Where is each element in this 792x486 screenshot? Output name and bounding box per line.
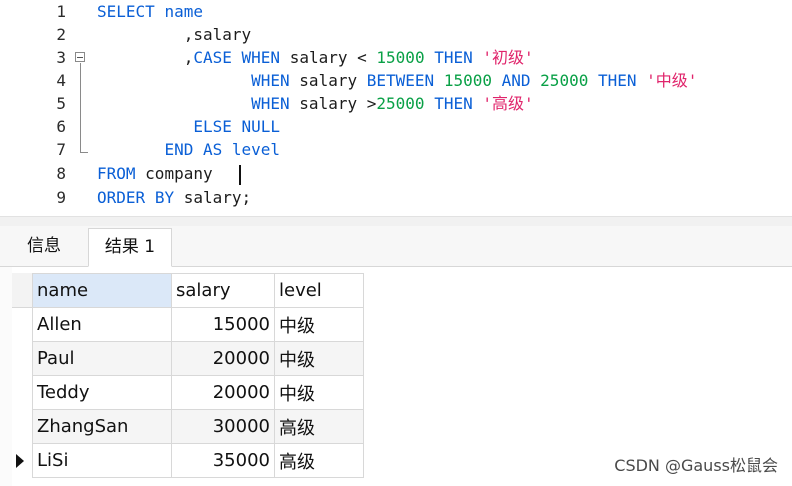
code-line-5: 5 WHEN salary >25000 THEN '高级' (0, 92, 792, 115)
table-row[interactable]: ZhangSan 30000 高级 (32, 409, 364, 444)
cell-level[interactable]: 高级 (274, 409, 364, 444)
code-line-8: 8 FROM company (0, 162, 792, 185)
cell-name[interactable]: Allen (32, 307, 172, 342)
code-line-3: 3 ,CASE WHEN salary < 15000 THEN '初级' (0, 46, 792, 69)
cell-name[interactable]: ZhangSan (32, 409, 172, 444)
cell-name[interactable]: Paul (32, 341, 172, 376)
line-number: 8 (56, 164, 66, 183)
code-line-4: 4 WHEN salary BETWEEN 15000 AND 25000 TH… (0, 69, 792, 92)
alias-level: level (231, 140, 281, 159)
current-row-indicator-icon (16, 454, 24, 468)
kw-order: ORDER (97, 188, 146, 207)
ident-salary: salary (289, 48, 348, 67)
code-line-7: 7 END AS level (0, 138, 792, 161)
kw-from: FROM (97, 164, 136, 183)
kw-case: CASE (193, 48, 232, 67)
kw-end: END (164, 140, 194, 159)
line-number: 1 (56, 2, 66, 21)
kw-then: THEN (434, 94, 473, 113)
line-number: 6 (56, 117, 66, 136)
line-number: 4 (56, 71, 66, 90)
tab-info[interactable]: 信息 (14, 228, 74, 265)
watermark: CSDN @Gauss松鼠会 (614, 456, 778, 475)
code-line-9: 9 ORDER BY salary; (0, 186, 792, 209)
kw-when: WHEN (251, 94, 290, 113)
grid-left-strip (0, 267, 12, 486)
fold-guide-end (80, 152, 88, 153)
comma: , (183, 48, 194, 67)
table-row[interactable]: LiSi 35000 高级 (32, 443, 364, 478)
cell-salary[interactable]: 20000 (171, 375, 275, 410)
op-gt: > (366, 94, 377, 113)
column-salary: ,salary (183, 25, 252, 44)
ident-salary: salary (299, 71, 358, 90)
kw-null: NULL (241, 117, 281, 136)
column-header-name[interactable]: name (32, 273, 172, 308)
ident-salary: salary (299, 94, 358, 113)
line-number: 5 (56, 94, 66, 113)
num-15000: 15000 (376, 48, 425, 67)
cell-level[interactable]: 中级 (274, 307, 364, 342)
cell-salary[interactable]: 15000 (171, 307, 275, 342)
kw-by: BY (154, 188, 175, 207)
tab-result-1[interactable]: 结果 1 (88, 228, 172, 267)
kw-else: ELSE (193, 117, 232, 136)
cell-level[interactable]: 高级 (274, 443, 364, 478)
kw-then: THEN (434, 48, 473, 67)
kw-between: BETWEEN (366, 71, 435, 90)
num-15000: 15000 (443, 71, 492, 90)
fold-collapse-icon[interactable] (75, 52, 85, 62)
cell-salary[interactable]: 35000 (171, 443, 275, 478)
table-row[interactable]: Allen 15000 中级 (32, 307, 364, 342)
str-mid: '中级' (646, 71, 698, 90)
kw-then: THEN (597, 71, 637, 90)
code-line-1: 1 SELECT name (0, 0, 792, 23)
kw-when: WHEN (241, 48, 281, 67)
line-number: 9 (56, 188, 66, 207)
str-senior: '高级' (482, 94, 534, 113)
cell-level[interactable]: 中级 (274, 341, 364, 376)
line-number: 3 (56, 48, 66, 67)
table-company: company (145, 164, 213, 183)
grid-corner (12, 273, 32, 308)
cell-name[interactable]: Teddy (32, 375, 172, 410)
text-cursor (239, 165, 241, 185)
column-header-level[interactable]: level (274, 273, 364, 308)
cell-salary[interactable]: 30000 (171, 409, 275, 444)
cell-salary[interactable]: 20000 (171, 341, 275, 376)
num-25000: 25000 (376, 94, 425, 113)
line-number: 7 (56, 140, 66, 159)
op-lt: < (357, 48, 367, 67)
kw-select: SELECT (97, 2, 155, 21)
column-name: name (164, 2, 203, 21)
sql-editor[interactable]: 1 SELECT name 2 ,salary 3 ,CASE WHEN sal… (0, 0, 792, 216)
fold-guide-line (80, 63, 81, 153)
code-line-2: 2 ,salary (0, 23, 792, 46)
result-table: name salary level Allen 15000 中级 Paul 20… (32, 273, 364, 478)
kw-as: AS (202, 140, 223, 159)
code-line-6: 6 ELSE NULL (0, 115, 792, 138)
table-row[interactable]: Teddy 20000 中级 (32, 375, 364, 410)
num-25000: 25000 (540, 71, 589, 90)
result-tabbar: 信息 结果 1 (0, 226, 792, 267)
cell-level[interactable]: 中级 (274, 375, 364, 410)
cell-name[interactable]: LiSi (32, 443, 172, 478)
header-row: name salary level (32, 273, 364, 308)
column-header-salary[interactable]: salary (171, 273, 275, 308)
str-junior: '初级' (482, 48, 534, 67)
table-row[interactable]: Paul 20000 中级 (32, 341, 364, 376)
line-number: 2 (56, 25, 66, 44)
kw-when: WHEN (251, 71, 290, 90)
kw-and: AND (501, 71, 531, 90)
ident-salary-semicolon: salary; (183, 188, 252, 207)
